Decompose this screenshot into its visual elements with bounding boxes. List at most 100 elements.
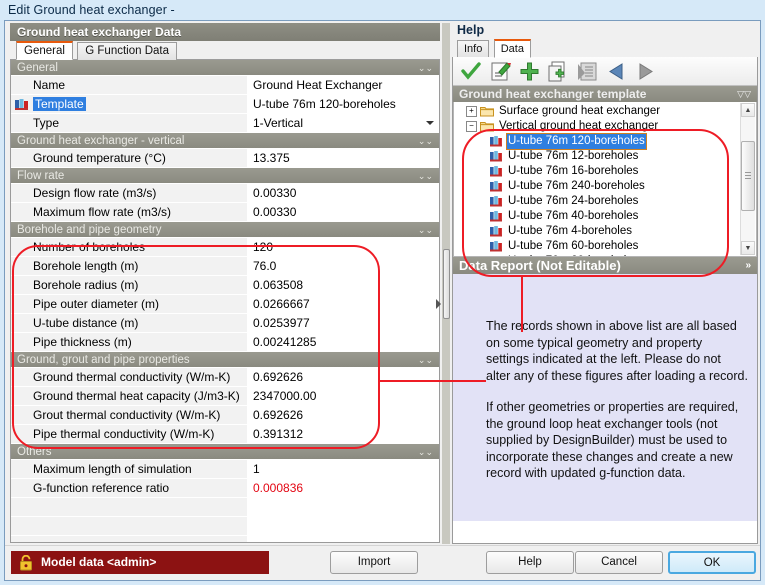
tree-record-node[interactable]: U-tube 76m 240-boreholes: [454, 179, 756, 194]
tab-info[interactable]: Info: [457, 40, 489, 58]
property-row[interactable]: Maximum length of simulation1: [11, 460, 439, 479]
import-button[interactable]: Import: [330, 551, 418, 574]
help-button[interactable]: Help: [486, 551, 574, 574]
property-row[interactable]: Pipe outer diameter (m)0.0266667: [11, 295, 439, 314]
property-value-cell[interactable]: 76.0: [247, 257, 439, 275]
chevron-down-icon[interactable]: [424, 117, 435, 128]
property-value-cell[interactable]: 0.00330: [247, 184, 439, 202]
template-tree[interactable]: + Surface ground heat exchanger−Vertical …: [453, 102, 757, 257]
section-collapse-chevron-icon[interactable]: ⌄⌄: [418, 222, 433, 238]
property-value: 0.063508: [253, 278, 303, 292]
property-value-cell[interactable]: 0.391312: [247, 425, 439, 443]
tree-record-node[interactable]: U-tube 76m 4-boreholes: [454, 224, 756, 239]
next-icon[interactable]: [632, 58, 658, 84]
property-value-cell[interactable]: 0.00241285: [247, 333, 439, 351]
ok-button[interactable]: OK: [668, 551, 756, 574]
splitter-collapse-arrow-icon[interactable]: [436, 299, 441, 309]
tree-record-node[interactable]: U-tube 76m 120-boreholes: [454, 134, 756, 149]
property-label-cell: Type: [11, 114, 247, 132]
copy-record-icon[interactable]: [545, 58, 571, 84]
property-value-cell[interactable]: 1-Vertical: [247, 114, 439, 132]
property-value-cell[interactable]: 0.0253977: [247, 314, 439, 332]
property-value-cell[interactable]: 0.00330: [247, 203, 439, 221]
scroll-down-arrow-icon[interactable]: ▼: [741, 241, 755, 255]
property-value-cell[interactable]: U-tube 76m 120-boreholes: [247, 95, 439, 113]
property-row[interactable]: Design flow rate (m3/s)0.00330: [11, 184, 439, 203]
scrollbar-grip: [745, 172, 751, 179]
previous-icon[interactable]: [603, 58, 629, 84]
property-value-cell[interactable]: Ground Heat Exchanger: [247, 76, 439, 94]
tree-folder-node[interactable]: −Vertical ground heat exchanger: [454, 119, 756, 134]
tree-record-node[interactable]: U-tube 76m 16-boreholes: [454, 164, 756, 179]
property-row[interactable]: Ground thermal conductivity (W/m-K) 0.692…: [11, 368, 439, 387]
property-row[interactable]: Pipe thickness (m)0.00241285: [11, 333, 439, 352]
property-value-cell[interactable]: 0.0266667: [247, 295, 439, 313]
scrollbar-thumb[interactable]: [741, 141, 755, 211]
property-row[interactable]: Type1-Vertical: [11, 114, 439, 133]
tab-general[interactable]: General: [16, 41, 73, 60]
tab-g-function-data[interactable]: G Function Data: [77, 42, 177, 60]
property-row[interactable]: Borehole radius (m) 0.063508: [11, 276, 439, 295]
section-header[interactable]: Ground, grout and pipe properties⌄⌄: [11, 352, 439, 368]
tree-node-label: Surface ground heat exchanger: [498, 104, 661, 119]
note-paragraph-1: The records shown in above list are all …: [486, 318, 748, 384]
property-value-cell[interactable]: 0.692626: [247, 368, 439, 386]
property-row[interactable]: Ground temperature (°C)13.375: [11, 149, 439, 168]
tab-data[interactable]: Data: [494, 39, 531, 58]
status-badge: Model data <admin>: [11, 551, 269, 574]
property-value-cell[interactable]: 1: [247, 460, 439, 478]
property-value-cell[interactable]: 0.063508: [247, 276, 439, 294]
tree-scrollbar[interactable]: ▲ ▼: [740, 103, 755, 255]
section-header[interactable]: Ground heat exchanger - vertical ⌄⌄: [11, 133, 439, 149]
scroll-up-arrow-icon[interactable]: ▲: [741, 103, 755, 117]
property-row[interactable]: Grout thermal conductivity (W/m-K)0.6926…: [11, 406, 439, 425]
tree-record-node[interactable]: U-tube 76m 12-boreholes: [454, 149, 756, 164]
section-collapse-chevron-icon[interactable]: ⌄⌄: [418, 133, 433, 149]
section-header[interactable]: Borehole and pipe geometry⌄⌄: [11, 222, 439, 238]
select-ok-icon[interactable]: [458, 58, 484, 84]
section-header[interactable]: Others⌄⌄: [11, 444, 439, 460]
section-header-label: Ground heat exchanger - vertical: [17, 135, 184, 147]
property-value-cell[interactable]: 13.375: [247, 149, 439, 167]
empty-value-cell: [247, 498, 439, 516]
property-row[interactable]: NameGround Heat Exchanger: [11, 76, 439, 95]
property-row[interactable]: Maximum flow rate (m3/s)0.00330: [11, 203, 439, 222]
property-row[interactable]: Ground thermal heat capacity (J/m3-K) 234…: [11, 387, 439, 406]
property-row[interactable]: U-tube distance (m)0.0253977: [11, 314, 439, 333]
property-row[interactable]: Borehole length (m)76.0: [11, 257, 439, 276]
section-header[interactable]: General⌄⌄: [11, 60, 439, 76]
property-label-cell: Borehole radius (m): [11, 276, 247, 294]
section-collapse-chevron-icon[interactable]: ⌄⌄: [418, 352, 433, 368]
property-label: Ground thermal conductivity (W/m-K): [33, 370, 230, 384]
property-value-cell[interactable]: 0.000836: [247, 479, 439, 497]
edit-record-icon[interactable]: [487, 58, 513, 84]
property-row[interactable]: G-function reference ratio0.000836: [11, 479, 439, 498]
tree-folder-node[interactable]: + Surface ground heat exchanger: [454, 104, 756, 119]
tree-record-node[interactable]: U-tube 76m 24-boreholes: [454, 194, 756, 209]
annotation-note: The records shown in above list are all …: [486, 318, 748, 497]
property-label-cell: Number of boreholes: [11, 238, 247, 256]
property-value-cell[interactable]: 120: [247, 238, 439, 256]
property-row[interactable]: Pipe thermal conductivity (W/m-K)0.39131…: [11, 425, 439, 444]
cancel-button[interactable]: Cancel: [575, 551, 663, 574]
section-collapse-chevron-icon[interactable]: ⌄⌄: [418, 444, 433, 460]
tree-record-node[interactable]: U-tube 76m 60-boreholes: [454, 239, 756, 254]
status-badge-label: Model data <admin>: [41, 555, 156, 569]
report-expand-chevron-icon[interactable]: »: [745, 257, 751, 274]
section-collapse-chevron-icon[interactable]: ⌄⌄: [418, 60, 433, 76]
property-row[interactable]: Number of boreholes120: [11, 238, 439, 257]
section-collapse-chevron-icon[interactable]: ⌄⌄: [418, 168, 433, 184]
section-header[interactable]: Flow rate⌄⌄: [11, 168, 439, 184]
delete-record-icon[interactable]: [574, 58, 600, 84]
tree-collapse-chevron-icon[interactable]: ▽▽: [737, 86, 751, 102]
property-value-cell[interactable]: 0.692626: [247, 406, 439, 424]
tree-record-node[interactable]: U-tube 76m 40-boreholes: [454, 209, 756, 224]
add-record-icon[interactable]: [516, 58, 542, 84]
splitter-grip[interactable]: [443, 249, 450, 319]
tree-node-label: U-tube 76m 4-boreholes: [507, 224, 633, 239]
collapse-expander-icon[interactable]: −: [466, 121, 477, 132]
property-label: Ground thermal heat capacity (J/m3-K): [33, 389, 240, 403]
property-value-cell[interactable]: 2347000.00: [247, 387, 439, 405]
expand-expander-icon[interactable]: +: [466, 106, 477, 117]
property-row[interactable]: TemplateU-tube 76m 120-boreholes: [11, 95, 439, 114]
